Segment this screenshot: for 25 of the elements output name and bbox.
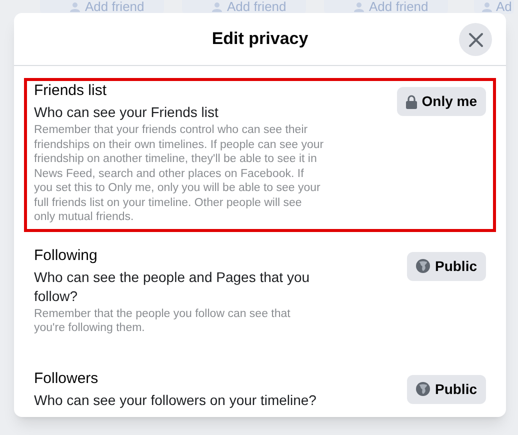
section-question: Who can see your Friends list <box>34 103 220 122</box>
person-icon <box>70 2 80 12</box>
globe-icon <box>416 382 430 396</box>
audience-button[interactable]: Only me <box>396 87 486 116</box>
section-question: Who can see your followers on your timeline? <box>34 390 318 410</box>
section-title: Followers <box>34 370 100 388</box>
close-button[interactable] <box>459 23 492 56</box>
close-icon <box>468 32 484 48</box>
section-title: Friends list <box>34 82 108 100</box>
add-friend-button[interactable]: Add friend <box>182 0 306 14</box>
add-friend-button[interactable]: Add friend <box>40 0 164 14</box>
dialog-title: Edit privacy <box>212 28 308 50</box>
audience-button[interactable]: Public <box>406 374 486 404</box>
add-friend-button[interactable]: Add friend <box>324 0 448 14</box>
lock-icon <box>406 94 417 108</box>
section-title: Following <box>34 246 98 264</box>
person-icon <box>212 2 222 12</box>
section-question: Who can see the people and Pages that you follow? <box>34 268 311 306</box>
person-icon <box>482 2 492 12</box>
globe-icon <box>416 259 430 273</box>
add-friend-button[interactable]: Ad <box>474 0 514 14</box>
section-note: Remember that the people you follow can see that you're following them. <box>34 306 292 336</box>
person-icon <box>354 2 364 12</box>
section-note: Remember that your friends control who can see their friendships on their own timelines. If people can see your friendship on another timeline, they'll be able to see it in News Feed, search and other places on Facebook. If you set this to Only me, only you will be able to see your full friends list on your timeline. Other people will see only mutual friends. <box>34 123 324 224</box>
audience-button[interactable]: Public <box>406 252 486 280</box>
